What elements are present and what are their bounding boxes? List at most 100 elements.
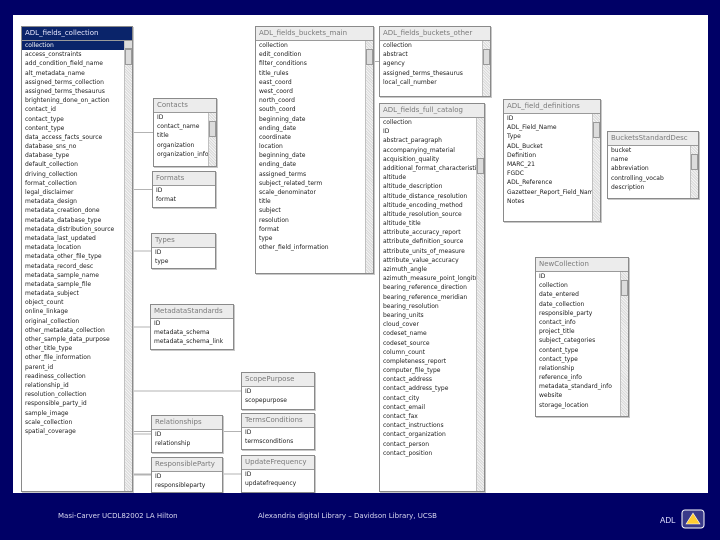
table-title[interactable]: MetadataStandards	[151, 305, 233, 319]
field-row[interactable]: beginning_date	[256, 151, 365, 160]
table-title[interactable]: UpdateFrequency	[242, 456, 314, 470]
field-row[interactable]: contact_name	[154, 122, 208, 131]
field-row[interactable]: metadata_standard_info	[536, 382, 620, 391]
field-row[interactable]: cloud_cover	[380, 320, 476, 329]
field-row[interactable]: sample_image	[22, 409, 124, 418]
field-list[interactable]: ID scopepurpose	[242, 387, 314, 409]
table-title[interactable]: ResponsibleParty	[152, 458, 222, 472]
field-row[interactable]: alt_metadata_name	[22, 69, 124, 78]
table-adl-fields-full-catalog[interactable]: ADL_fields_full_catalog collection ID abst…	[379, 103, 485, 492]
table-title[interactable]: Types	[152, 234, 215, 248]
vertical-scrollbar[interactable]	[365, 41, 373, 273]
field-row[interactable]: other_sample_data_purpose	[22, 335, 124, 344]
vertical-scrollbar[interactable]	[690, 146, 698, 198]
table-title[interactable]: Relationships	[152, 416, 222, 430]
field-row[interactable]: Definition	[504, 151, 592, 160]
field-row[interactable]: responsible_party_id	[22, 399, 124, 408]
field-row[interactable]: responsibleparty	[152, 481, 222, 490]
table-title[interactable]: TermsConditions	[242, 414, 314, 428]
field-row[interactable]: format_collection	[22, 179, 124, 188]
field-row[interactable]: metadata_creation_done	[22, 206, 124, 215]
field-row[interactable]: accompanying_material	[380, 146, 476, 155]
vertical-scrollbar[interactable]	[208, 113, 216, 166]
field-row[interactable]: altitude	[380, 173, 476, 182]
table-update-frequency[interactable]: UpdateFrequency ID updatefrequency	[241, 455, 315, 493]
field-row[interactable]: access_constraints	[22, 50, 124, 59]
field-row[interactable]: north_coord	[256, 96, 365, 105]
field-list[interactable]: bucket name abbreviation controlling_vocab d…	[608, 146, 690, 198]
field-list[interactable]: ID format	[153, 186, 215, 207]
field-list[interactable]: ID type	[152, 248, 215, 268]
field-row[interactable]: east_coord	[256, 78, 365, 87]
field-list[interactable]: ID relationship	[152, 430, 222, 452]
vertical-scrollbar[interactable]	[476, 118, 484, 491]
table-contacts[interactable]: Contacts ID contact_name title organization…	[153, 98, 217, 167]
field-list[interactable]: collection ID abstract_paragraph accompanyi…	[380, 118, 476, 491]
field-row[interactable]: metadata_last_updated	[22, 234, 124, 243]
field-list[interactable]: ID updatefrequency	[242, 470, 314, 492]
table-title[interactable]: ADL_fields_full_catalog	[380, 104, 484, 118]
field-row[interactable]: collection	[256, 41, 365, 50]
field-row[interactable]: ID	[152, 248, 215, 257]
field-row[interactable]: ID	[380, 127, 476, 136]
field-row[interactable]: codeset_source	[380, 339, 476, 348]
field-row[interactable]: ID	[242, 428, 314, 437]
field-row[interactable]: ADL_Reference	[504, 178, 592, 187]
field-row[interactable]: Notes	[504, 197, 592, 206]
table-title[interactable]: ADL_fields_buckets_other	[380, 27, 490, 41]
field-row[interactable]: subject	[256, 206, 365, 215]
field-row[interactable]: ID	[152, 430, 222, 439]
field-row[interactable]: title_rules	[256, 69, 365, 78]
field-row[interactable]: assigned_terms_collection	[22, 78, 124, 87]
field-list[interactable]: collection abstract agency assigned_terms_t…	[380, 41, 482, 96]
field-row[interactable]: scopepurpose	[242, 396, 314, 405]
table-relationships[interactable]: Relationships ID relationship	[151, 415, 223, 453]
field-row[interactable]: other_field_information	[256, 243, 365, 252]
field-row[interactable]: contact_position	[380, 449, 476, 458]
field-row[interactable]: bucket	[608, 146, 690, 155]
field-row[interactable]: contact_fax	[380, 412, 476, 421]
field-row[interactable]: bearing_resolution	[380, 302, 476, 311]
field-row[interactable]: scale_collection	[22, 418, 124, 427]
scroll-thumb[interactable]	[621, 280, 628, 296]
field-row[interactable]: codeset_name	[380, 329, 476, 338]
field-row[interactable]: metadata_record_desc	[22, 262, 124, 271]
field-row[interactable]: name	[608, 155, 690, 164]
scroll-thumb[interactable]	[691, 154, 698, 170]
field-row[interactable]: collection	[536, 281, 620, 290]
field-row[interactable]: contact_type	[536, 355, 620, 364]
field-row[interactable]: attribute_accuracy_report	[380, 228, 476, 237]
field-row[interactable]: altitude_distance_resolution	[380, 192, 476, 201]
field-row[interactable]: ID	[242, 387, 314, 396]
field-row[interactable]: contact_instructions	[380, 421, 476, 430]
field-row[interactable]: collection	[380, 118, 476, 127]
field-row[interactable]: reference_info	[536, 373, 620, 382]
field-row[interactable]: relationship	[536, 364, 620, 373]
field-row[interactable]: date_entered	[536, 290, 620, 299]
table-new-collection[interactable]: NewCollection ID collection date_entered da…	[535, 257, 629, 417]
field-row[interactable]: altitude_title	[380, 219, 476, 228]
field-row[interactable]: organization	[154, 141, 208, 150]
field-row[interactable]: description	[608, 183, 690, 192]
field-row[interactable]: Gazetteer_Report_Field_Name	[504, 188, 592, 197]
field-row[interactable]: responsible_party	[536, 309, 620, 318]
table-title[interactable]: NewCollection	[536, 258, 628, 272]
table-metadata-standards[interactable]: MetadataStandards ID metadata_schema metad…	[150, 304, 234, 350]
table-adl-fields-buckets-other[interactable]: ADL_fields_buckets_other collection abstr…	[379, 26, 491, 97]
field-row[interactable]: other_metadata_collection	[22, 326, 124, 335]
field-row[interactable]: subject_categories	[536, 336, 620, 345]
table-title[interactable]: ADL_fields_collection	[22, 27, 132, 41]
table-terms-conditions[interactable]: TermsConditions ID termsconditions	[241, 413, 315, 450]
field-row[interactable]: assigned_terms_thesaurus	[22, 87, 124, 96]
field-row[interactable]: abstract	[380, 50, 482, 59]
field-row[interactable]: assigned_terms	[256, 170, 365, 179]
field-row[interactable]: filter_conditions	[256, 59, 365, 68]
field-row[interactable]: bearing_units	[380, 311, 476, 320]
table-title[interactable]: Formats	[153, 172, 215, 186]
table-title[interactable]: ADL_fields_buckets_main	[256, 27, 373, 41]
field-list[interactable]: ID collection date_entered date_collection r…	[536, 272, 620, 416]
field-row[interactable]: organization_info	[154, 150, 208, 159]
field-row[interactable]: updatefrequency	[242, 479, 314, 488]
field-row[interactable]: altitude_encoding_method	[380, 201, 476, 210]
field-row[interactable]: acquisition_quality	[380, 155, 476, 164]
